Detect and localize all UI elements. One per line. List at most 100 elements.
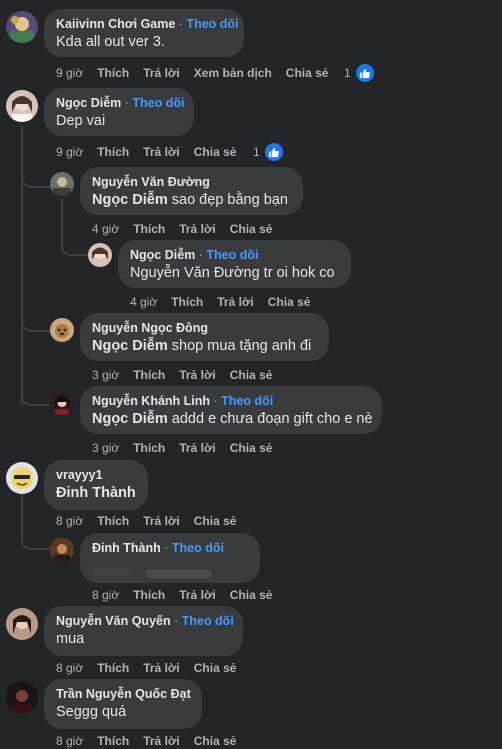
comment-text: Seggg quá bbox=[56, 704, 127, 720]
avatar[interactable] bbox=[88, 243, 112, 267]
reply-button[interactable]: Trả lời bbox=[143, 66, 180, 80]
mention-link[interactable]: Ngọc Diễm bbox=[92, 338, 168, 354]
timestamp[interactable]: 9 giờ bbox=[56, 66, 83, 80]
share-button[interactable]: Chia sẻ bbox=[194, 145, 237, 159]
like-button[interactable]: Thích bbox=[97, 734, 129, 748]
avatar[interactable] bbox=[50, 391, 74, 415]
like-button[interactable]: Thích bbox=[171, 295, 203, 309]
thread-connector bbox=[61, 240, 89, 256]
comment-actions: 3 giờ Thích Trả lời Chia sẻ bbox=[92, 368, 286, 382]
timestamp[interactable]: 8 giờ bbox=[56, 734, 83, 748]
share-button[interactable]: Chia sẻ bbox=[194, 734, 237, 748]
comment-bubble: Nguyễn Khánh Linh · Theo dõi Ngọc Diễm a… bbox=[80, 386, 382, 434]
avatar[interactable] bbox=[50, 538, 74, 562]
timestamp[interactable]: 8 giờ bbox=[56, 514, 83, 528]
reaction-count[interactable]: 1 bbox=[253, 141, 285, 163]
avatar[interactable] bbox=[6, 90, 38, 122]
timestamp[interactable]: 8 giờ bbox=[92, 588, 119, 602]
thread-line bbox=[21, 126, 23, 406]
comment-text: Dep vai bbox=[56, 113, 106, 129]
author-name[interactable]: Nguyễn Khánh Linh bbox=[92, 394, 210, 408]
author-name[interactable]: Ngọc Diễm bbox=[130, 248, 195, 262]
comment-bubble: vrayyy1 Đinh Thành bbox=[44, 460, 148, 510]
thread-connector bbox=[21, 530, 51, 550]
reply-button[interactable]: Trả lời bbox=[143, 145, 180, 159]
avatar[interactable] bbox=[50, 172, 74, 196]
comment-actions: 8 giờ Thích Trả lời Chia sẻ bbox=[56, 661, 250, 675]
author-name[interactable]: Trần Nguyễn Quốc Đạt bbox=[56, 687, 191, 701]
like-button[interactable]: Thích bbox=[97, 66, 129, 80]
avatar[interactable] bbox=[50, 318, 74, 342]
like-button[interactable]: Thích bbox=[97, 145, 129, 159]
reply-button[interactable]: Trả lời bbox=[179, 588, 216, 602]
like-button[interactable]: Thích bbox=[97, 661, 129, 675]
comment-actions: 4 giờ Thích Trả lời Chia sẻ bbox=[92, 222, 286, 236]
comment-bubble: Nguyễn Văn Quyến · Theo dõi mua bbox=[44, 606, 243, 656]
comment-actions: 8 giờ Thích Trả lời Chia sẻ bbox=[56, 734, 250, 748]
follow-link[interactable]: Theo dõi bbox=[186, 17, 238, 31]
share-button[interactable]: Chia sẻ bbox=[230, 222, 273, 236]
share-button[interactable]: Chia sẻ bbox=[286, 66, 329, 80]
avatar[interactable] bbox=[6, 462, 38, 494]
mention-link[interactable]: Đinh Thành bbox=[56, 485, 136, 501]
timestamp[interactable]: 3 giờ bbox=[92, 368, 119, 382]
thread-connector bbox=[21, 176, 51, 188]
follow-link[interactable]: Theo dõi bbox=[221, 394, 273, 408]
author-name[interactable]: Nguyễn Văn Đường bbox=[92, 175, 291, 189]
like-button[interactable]: Thích bbox=[133, 222, 165, 236]
comment-bubble: Nguyễn Ngọc Đông Ngọc Diễm shop mua tặng… bbox=[80, 313, 329, 361]
reaction-count[interactable]: 1 bbox=[344, 62, 376, 84]
thread-connector bbox=[21, 320, 51, 332]
share-button[interactable]: Chia sẻ bbox=[194, 661, 237, 675]
timestamp[interactable]: 9 giờ bbox=[56, 145, 83, 159]
thread-line bbox=[61, 198, 63, 244]
reply-button[interactable]: Trả lời bbox=[179, 441, 216, 455]
comment-bubble: Ngọc Diễm · Theo dõi Nguyễn Văn Đường tr… bbox=[118, 240, 351, 288]
comment-text: shop mua tặng anh đi bbox=[167, 338, 312, 354]
like-icon bbox=[353, 62, 376, 84]
comment-actions: 9 giờ Thích Trả lời Xem bản dịch Chia sẻ bbox=[56, 66, 342, 80]
timestamp[interactable]: 8 giờ bbox=[56, 661, 83, 675]
mention-link[interactable]: Ngọc Diễm bbox=[92, 192, 168, 208]
author-name[interactable]: Nguyễn Văn Quyến bbox=[56, 614, 171, 628]
like-button[interactable]: Thích bbox=[133, 588, 165, 602]
share-button[interactable]: Chia sẻ bbox=[230, 368, 273, 382]
avatar[interactable] bbox=[6, 608, 38, 640]
author-name[interactable]: vrayyy1 bbox=[56, 468, 136, 482]
reply-button[interactable]: Trả lời bbox=[143, 734, 180, 748]
like-button[interactable]: Thích bbox=[133, 441, 165, 455]
reply-button[interactable]: Trả lời bbox=[217, 295, 254, 309]
reply-button[interactable]: Trả lời bbox=[143, 661, 180, 675]
timestamp[interactable]: 3 giờ bbox=[92, 441, 119, 455]
share-button[interactable]: Chia sẻ bbox=[230, 441, 273, 455]
blurred-content bbox=[92, 568, 130, 576]
comment-actions: 3 giờ Thích Trả lời Chia sẻ bbox=[92, 441, 286, 455]
follow-link[interactable]: Theo dõi bbox=[206, 248, 258, 262]
comment-actions: 4 giờ Thích Trả lời Chia sẻ bbox=[130, 295, 324, 309]
comment-text: addd e chưa đoạn gift cho e nè bbox=[167, 411, 373, 427]
blurred-content bbox=[146, 570, 212, 578]
share-button[interactable]: Chia sẻ bbox=[230, 588, 273, 602]
follow-link[interactable]: Theo dõi bbox=[172, 541, 224, 555]
comment-actions: 8 giờ Thích Trả lời Chia sẻ bbox=[92, 588, 286, 602]
timestamp[interactable]: 4 giờ bbox=[92, 222, 119, 236]
share-button[interactable]: Chia sẻ bbox=[194, 514, 237, 528]
author-name[interactable]: Kaiivinn Chơi Game bbox=[56, 17, 175, 31]
follow-link[interactable]: Theo dõi bbox=[132, 96, 184, 110]
comment-bubble: Kaiivinn Chơi Game · Theo dõi Kda all ou… bbox=[44, 9, 244, 57]
author-name[interactable]: Ngọc Diễm bbox=[56, 96, 121, 110]
mention-link[interactable]: Ngọc Diễm bbox=[92, 411, 168, 427]
reply-button[interactable]: Trả lời bbox=[143, 514, 180, 528]
reply-button[interactable]: Trả lời bbox=[179, 368, 216, 382]
timestamp[interactable]: 4 giờ bbox=[130, 295, 157, 309]
author-name[interactable]: Đinh Thành bbox=[92, 541, 161, 555]
follow-link[interactable]: Theo dõi bbox=[182, 614, 234, 628]
avatar[interactable] bbox=[6, 11, 38, 43]
reply-button[interactable]: Trả lời bbox=[179, 222, 216, 236]
translate-button[interactable]: Xem bản dịch bbox=[194, 66, 272, 80]
like-button[interactable]: Thích bbox=[133, 368, 165, 382]
share-button[interactable]: Chia sẻ bbox=[268, 295, 311, 309]
avatar[interactable] bbox=[6, 681, 38, 713]
like-button[interactable]: Thích bbox=[97, 514, 129, 528]
author-name[interactable]: Nguyễn Ngọc Đông bbox=[92, 321, 317, 335]
